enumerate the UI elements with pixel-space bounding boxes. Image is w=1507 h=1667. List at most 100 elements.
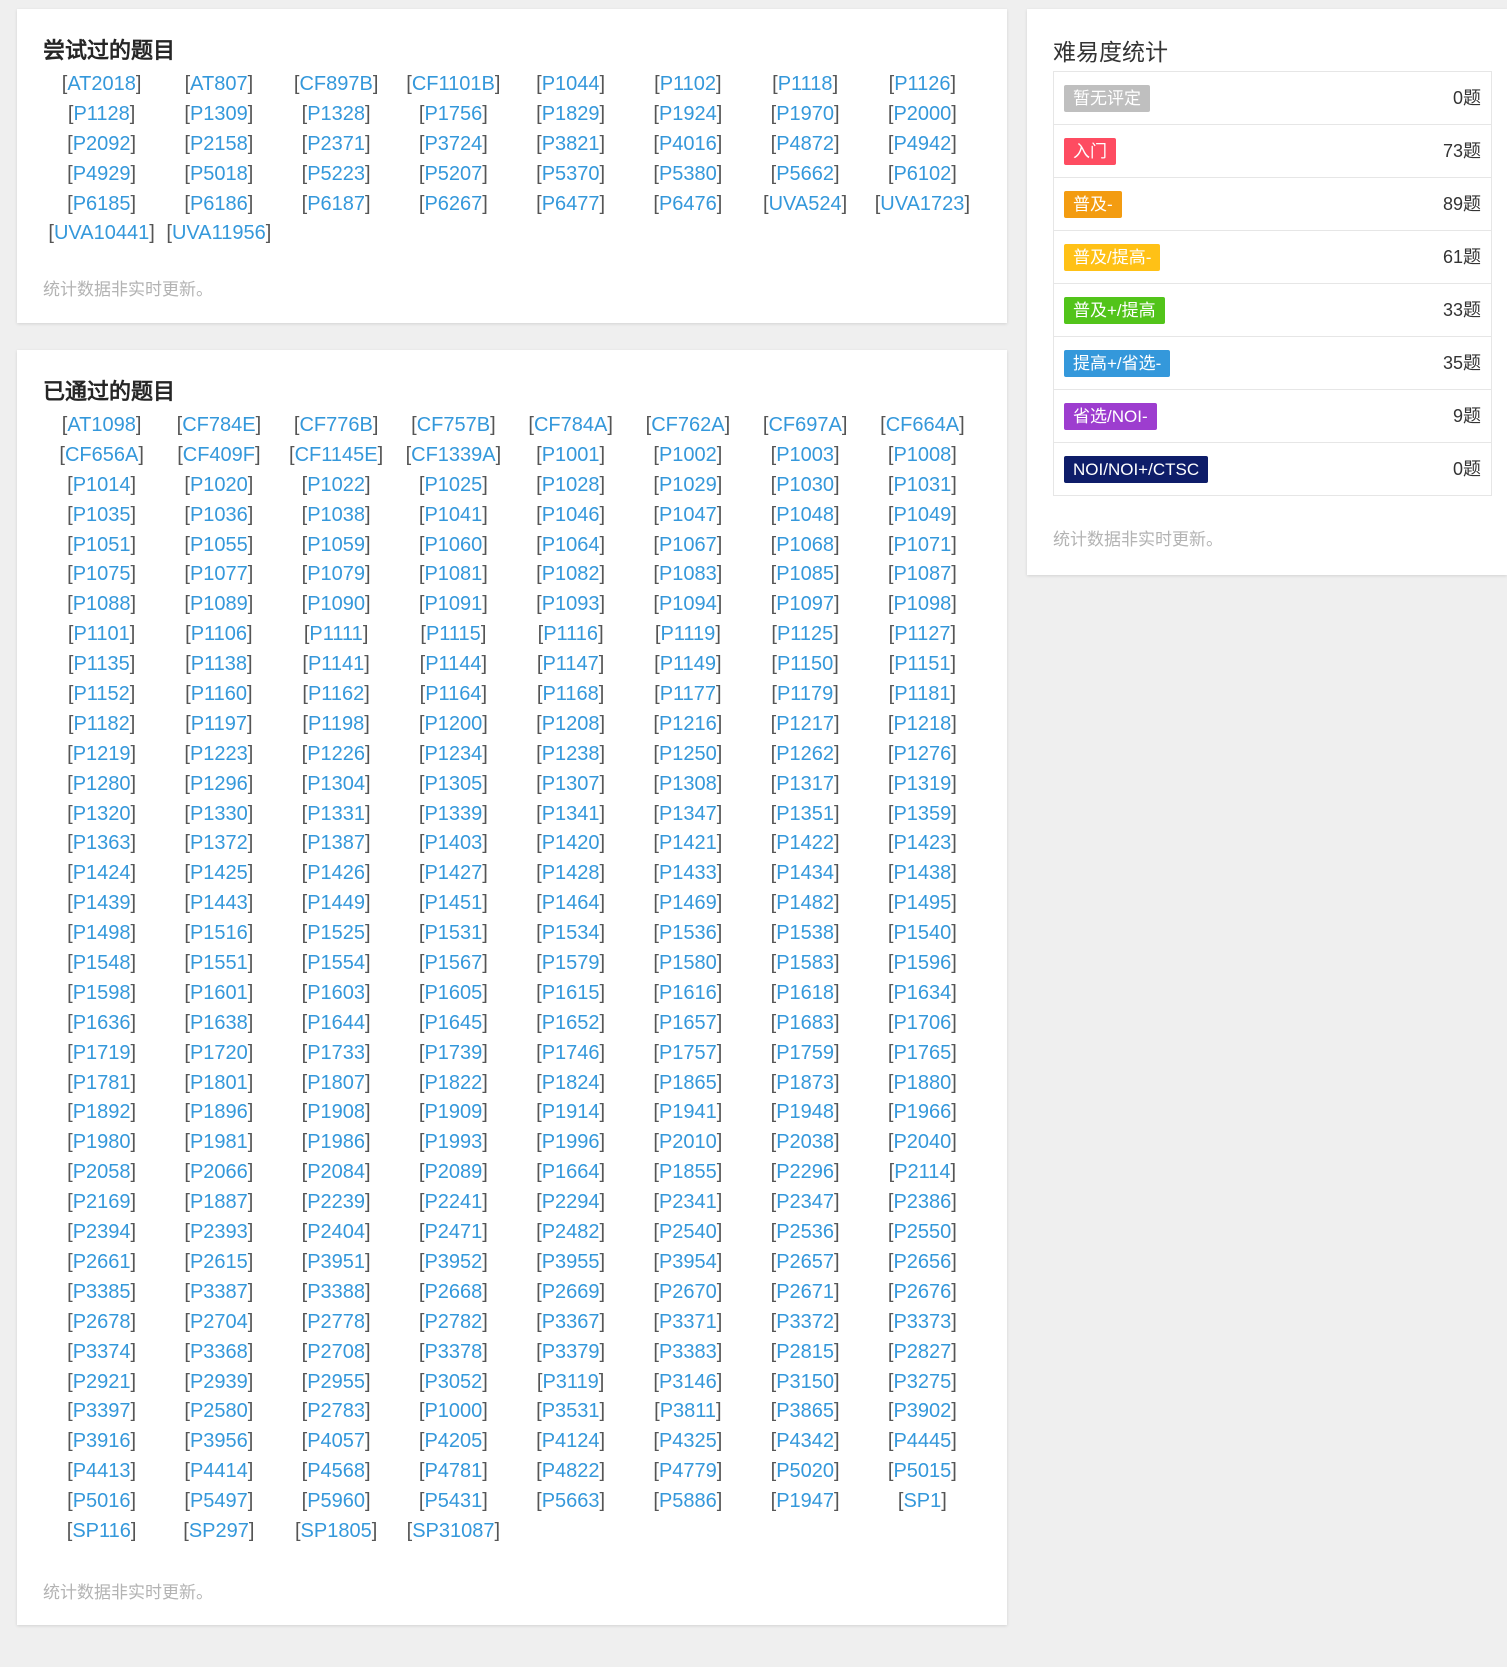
problem-link[interactable]: P1434 — [776, 862, 834, 884]
problem-link[interactable]: P1046 — [542, 504, 600, 526]
problem-link[interactable]: P1420 — [542, 832, 600, 854]
problem-link[interactable]: P2239 — [307, 1191, 365, 1213]
problem-link[interactable]: P5370 — [542, 163, 600, 185]
problem-link[interactable]: P2708 — [307, 1341, 365, 1363]
problem-link[interactable]: P1534 — [542, 922, 600, 944]
problem-link[interactable]: P2550 — [893, 1221, 951, 1243]
problem-link[interactable]: P1634 — [893, 982, 951, 1004]
problem-link[interactable]: P3952 — [424, 1251, 482, 1273]
problem-link[interactable]: UVA524 — [769, 193, 842, 215]
problem-link[interactable]: P1855 — [659, 1161, 717, 1183]
problem-link[interactable]: P1331 — [307, 803, 365, 825]
problem-link[interactable]: P3387 — [190, 1281, 248, 1303]
problem-link[interactable]: P2089 — [424, 1161, 482, 1183]
problem-link[interactable]: P1085 — [776, 563, 834, 585]
problem-link[interactable]: P1536 — [659, 922, 717, 944]
problem-link[interactable]: P1596 — [893, 952, 951, 974]
problem-link[interactable]: P1865 — [659, 1072, 717, 1094]
problem-link[interactable]: P1720 — [190, 1042, 248, 1064]
problem-link[interactable]: P1924 — [659, 103, 717, 125]
problem-link[interactable]: CF897B — [299, 73, 372, 95]
problem-link[interactable]: P4929 — [73, 163, 131, 185]
problem-link[interactable]: P1403 — [424, 832, 482, 854]
problem-link[interactable]: P2394 — [73, 1221, 131, 1243]
problem-link[interactable]: CF776B — [299, 414, 372, 436]
problem-link[interactable]: P1801 — [190, 1072, 248, 1094]
problem-link[interactable]: P3531 — [542, 1400, 600, 1422]
problem-link[interactable]: P1781 — [73, 1072, 131, 1094]
problem-link[interactable]: P1091 — [424, 593, 482, 615]
problem-link[interactable]: P1719 — [73, 1042, 131, 1064]
problem-link[interactable]: P1090 — [307, 593, 365, 615]
problem-link[interactable]: P1439 — [73, 892, 131, 914]
problem-link[interactable]: P4822 — [542, 1460, 600, 1482]
problem-link[interactable]: P1947 — [776, 1490, 834, 1512]
problem-link[interactable]: CF1101B — [412, 73, 495, 95]
problem-link[interactable]: CF757B — [417, 414, 490, 436]
problem-link[interactable]: P4016 — [659, 133, 717, 155]
problem-link[interactable]: P1739 — [424, 1042, 482, 1064]
problem-link[interactable]: P1996 — [542, 1131, 600, 1153]
problem-link[interactable]: P2615 — [190, 1251, 248, 1273]
problem-link[interactable]: P1970 — [776, 103, 834, 125]
problem-link[interactable]: P1425 — [190, 862, 248, 884]
problem-link[interactable]: P1540 — [893, 922, 951, 944]
problem-link[interactable]: P1097 — [776, 593, 834, 615]
problem-link[interactable]: P2580 — [190, 1400, 248, 1422]
problem-link[interactable]: P5223 — [307, 163, 365, 185]
problem-link[interactable]: P1200 — [424, 713, 482, 735]
problem-link[interactable]: P1531 — [424, 922, 482, 944]
problem-link[interactable]: P2347 — [776, 1191, 834, 1213]
problem-link[interactable]: P1047 — [659, 504, 717, 526]
problem-link[interactable]: P1914 — [542, 1101, 600, 1123]
problem-link[interactable]: P2668 — [424, 1281, 482, 1303]
problem-link[interactable]: P2661 — [73, 1251, 131, 1273]
problem-link[interactable]: P1746 — [542, 1042, 600, 1064]
problem-link[interactable]: P4872 — [776, 133, 834, 155]
problem-link[interactable]: P1981 — [190, 1131, 248, 1153]
problem-link[interactable]: P3275 — [893, 1371, 951, 1393]
problem-link[interactable]: P1601 — [190, 982, 248, 1004]
problem-link[interactable]: P2939 — [190, 1371, 248, 1393]
problem-link[interactable]: P1000 — [424, 1400, 482, 1422]
problem-link[interactable]: P1003 — [776, 444, 834, 466]
problem-link[interactable]: CF409F — [183, 444, 255, 466]
problem-link[interactable]: P3052 — [424, 1371, 482, 1393]
problem-link[interactable]: P1138 — [191, 653, 247, 675]
problem-link[interactable]: P3150 — [776, 1371, 834, 1393]
problem-link[interactable]: P1567 — [424, 952, 482, 974]
problem-link[interactable]: P5207 — [424, 163, 482, 185]
problem-link[interactable]: P3916 — [73, 1430, 131, 1452]
problem-link[interactable]: P1087 — [893, 563, 951, 585]
problem-link[interactable]: P1141 — [308, 653, 364, 675]
problem-link[interactable]: P1067 — [659, 534, 717, 556]
problem-link[interactable]: P1079 — [307, 563, 365, 585]
problem-link[interactable]: P1706 — [893, 1012, 951, 1034]
problem-link[interactable]: P1128 — [73, 103, 129, 125]
problem-link[interactable]: P1198 — [308, 713, 364, 735]
problem-link[interactable]: P1583 — [776, 952, 834, 974]
problem-link[interactable]: P4205 — [424, 1430, 482, 1452]
problem-link[interactable]: P1036 — [190, 504, 248, 526]
problem-link[interactable]: P1941 — [659, 1101, 717, 1123]
problem-link[interactable]: CF1145E — [295, 444, 378, 466]
problem-link[interactable]: P1118 — [778, 73, 833, 95]
problem-link[interactable]: P1197 — [191, 713, 247, 735]
problem-link[interactable]: P1075 — [73, 563, 131, 585]
problem-link[interactable]: P1125 — [777, 623, 833, 645]
problem-link[interactable]: P1759 — [776, 1042, 834, 1064]
problem-link[interactable]: P2058 — [73, 1161, 131, 1183]
problem-link[interactable]: P1149 — [660, 653, 716, 675]
problem-link[interactable]: P1328 — [307, 103, 365, 125]
problem-link[interactable]: P2782 — [424, 1311, 482, 1333]
problem-link[interactable]: UVA10441 — [54, 222, 149, 244]
problem-link[interactable]: CF697A — [768, 414, 841, 436]
problem-link[interactable]: P1896 — [190, 1101, 248, 1123]
problem-link[interactable]: P1083 — [659, 563, 717, 585]
problem-link[interactable]: P1498 — [73, 922, 131, 944]
problem-link[interactable]: P1372 — [190, 832, 248, 854]
problem-link[interactable]: P1330 — [190, 803, 248, 825]
problem-link[interactable]: P1605 — [424, 982, 482, 1004]
problem-link[interactable]: P1025 — [424, 474, 482, 496]
problem-link[interactable]: P1106 — [191, 623, 247, 645]
